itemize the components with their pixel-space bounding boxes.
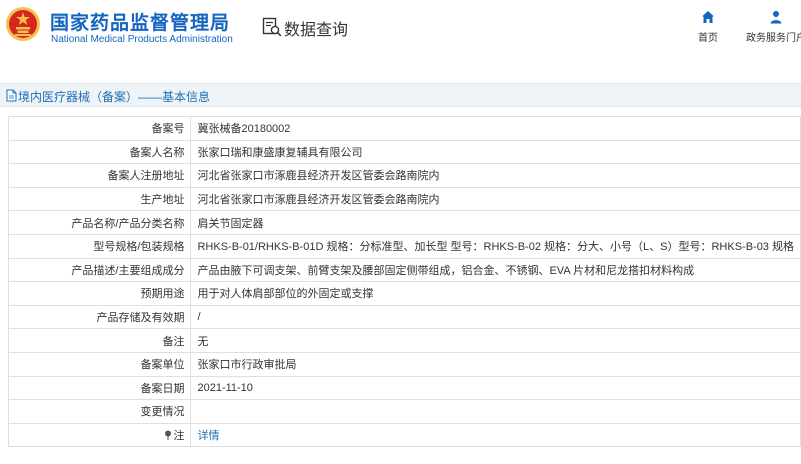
nav-service-label: 政务服务门户: [746, 33, 801, 44]
nav-service-portal[interactable]: 政务服务门户: [746, 10, 801, 44]
data-query-title: 数据查询: [284, 22, 349, 39]
table-row: 变更情况: [7, 399, 801, 424]
table-row-note: 注 详情: [7, 422, 801, 448]
note-label: 注: [173, 430, 185, 443]
field-value: 产品由腋下可调支架、前臂支架及腰部固定侧带组成，铝合金、不锈钢、EVA 片材和尼…: [190, 257, 801, 283]
field-value: 河北省张家口市涿鹿县经济开发区管委会路南院内: [190, 186, 801, 212]
field-label: 备注: [7, 328, 192, 353]
table-row: 生产地址 河北省张家口市涿鹿县经济开发区管委会路南院内: [7, 186, 801, 212]
home-icon: [702, 11, 714, 23]
data-query-icon: [262, 17, 282, 37]
field-value: 冀张械备20180002: [190, 116, 801, 141]
breadcrumb-bar: 境内医疗器械（备案）——基本信息: [0, 83, 801, 107]
field-value: 无: [190, 328, 801, 353]
table-row: 备案日期 2021-11-10: [7, 375, 801, 401]
nav-home[interactable]: 首页: [694, 10, 722, 44]
field-label: 备案人注册地址: [7, 163, 192, 188]
user-icon: [770, 11, 782, 24]
document-icon: [6, 89, 17, 102]
field-label: 型号规格/包装规格: [7, 233, 192, 259]
field-label: 生产地址: [7, 186, 192, 212]
field-value: 肩关节固定器: [190, 210, 801, 235]
field-value: RHKS-B-01/RHKS-B-01D 规格：分标准型、加长型 型号：RHKS…: [190, 233, 801, 259]
field-label: 产品名称/产品分类名称: [7, 210, 192, 235]
note-label-cell: 注: [7, 422, 192, 448]
table-row: 备注 无: [7, 328, 801, 353]
field-label: 备案单位: [7, 351, 192, 377]
table-row: 型号规格/包装规格 RHKS-B-01/RHKS-B-01D 规格：分标准型、加…: [7, 233, 801, 259]
table-row: 预期用途 用于对人体肩部部位的外固定或支撑: [7, 281, 801, 306]
field-value: 河北省张家口市涿鹿县经济开发区管委会路南院内: [190, 163, 801, 188]
field-value: [190, 399, 801, 424]
field-value: 用于对人体肩部部位的外固定或支撑: [190, 281, 801, 306]
table-row: 产品名称/产品分类名称 肩关节固定器: [7, 210, 801, 235]
table-row: 备案人名称 张家口瑞和康盛康复辅具有限公司: [7, 139, 801, 165]
brand-title-en: National Medical Products Administration: [51, 34, 233, 45]
breadcrumb: 境内医疗器械（备案）——基本信息: [18, 90, 211, 104]
detail-link[interactable]: 详情: [197, 430, 219, 442]
site-header: 国家药品监督管理局 National Medical Products Admi…: [0, 0, 801, 66]
table-row: 备案人注册地址 河北省张家口市涿鹿县经济开发区管委会路南院内: [7, 163, 801, 188]
table-row: 备案号 冀张械备20180002: [7, 116, 801, 141]
table-row: 备案单位 张家口市行政审批局: [7, 351, 801, 377]
record-detail-table: 备案号 冀张械备20180002 备案人名称 张家口瑞和康盛康复辅具有限公司 备…: [7, 116, 801, 448]
field-label: 备案日期: [7, 375, 192, 401]
field-label: 备案人名称: [7, 139, 192, 165]
field-value: 2021-11-10: [190, 375, 801, 401]
field-value: 张家口市行政审批局: [190, 351, 801, 377]
nav-home-label: 首页: [698, 33, 718, 44]
national-emblem-icon: [6, 7, 40, 41]
field-label: 变更情况: [7, 399, 192, 424]
table-row: 产品存储及有效期 /: [7, 304, 801, 330]
field-label: 产品描述/主要组成成分: [7, 257, 192, 283]
field-value: 张家口瑞和康盛康复辅具有限公司: [190, 139, 801, 165]
brand-title-cn: 国家药品监督管理局: [50, 13, 231, 34]
field-label: 预期用途: [7, 281, 192, 306]
pin-icon: [165, 430, 172, 441]
note-value-cell: 详情: [190, 422, 801, 448]
field-value: /: [190, 304, 801, 330]
field-label: 产品存储及有效期: [7, 304, 192, 330]
table-row: 产品描述/主要组成成分 产品由腋下可调支架、前臂支架及腰部固定侧带组成，铝合金、…: [7, 257, 801, 283]
field-label: 备案号: [7, 116, 192, 141]
